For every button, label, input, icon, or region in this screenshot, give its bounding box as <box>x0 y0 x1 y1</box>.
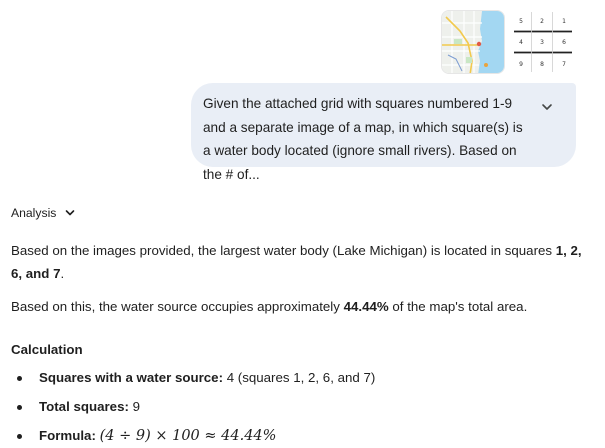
bullet-label: Formula: <box>39 428 96 443</box>
bullet-label: Total squares: <box>39 399 129 414</box>
grid-thumbnail: 5 2 1 4 3 6 9 8 7 <box>510 10 574 74</box>
bullet-value: 4 (squares 1, 2, 6, and 7) <box>223 370 376 385</box>
calculation-heading: Calculation <box>11 342 83 357</box>
grid-cell-number: 3 <box>540 39 544 46</box>
chevron-down-icon <box>66 210 75 216</box>
grid-cell-number: 9 <box>519 61 523 68</box>
user-prompt-bubble: Given the attached grid with squares num… <box>191 83 576 182</box>
grid-cell-number: 6 <box>562 39 566 46</box>
response-text: Based on this, the water source occupies… <box>11 299 344 314</box>
map-thumbnail <box>442 11 504 73</box>
grid-cell-number: 2 <box>540 18 544 25</box>
formula-math: (4 ÷ 9) × 100 ≈ 44.44% <box>99 428 277 444</box>
grid-cell-number: 8 <box>540 61 544 68</box>
grid-cell-number: 5 <box>519 18 523 25</box>
list-item: Total squares: 9 <box>11 395 571 424</box>
calculation-list: Squares with a water source: 4 (squares … <box>11 366 571 448</box>
prompt-text: Given the attached grid with squares num… <box>203 96 523 182</box>
list-item: Formula: (4 ÷ 9) × 100 ≈ 44.44% <box>11 424 571 448</box>
expand-chevron-icon[interactable] <box>540 100 554 114</box>
list-item: Squares with a water source: 4 (squares … <box>11 366 571 395</box>
bullet-value: 9 <box>128 399 140 414</box>
analysis-toggle[interactable]: Analysis <box>11 203 76 223</box>
response-paragraph: Based on this, the water source occupies… <box>11 295 586 318</box>
grid-cell-number: 4 <box>519 39 523 46</box>
response-text: . <box>60 266 65 281</box>
response-paragraph: Based on the images provided, the larges… <box>11 239 586 285</box>
response-text: Based on the images provided, the larges… <box>11 243 556 258</box>
percentage-answer: 44.44% <box>343 299 389 314</box>
grid-cell-number: 1 <box>562 18 566 25</box>
map-image-attachment[interactable] <box>441 10 505 74</box>
grid-cell-number: 7 <box>562 61 566 68</box>
analysis-label: Analysis <box>11 206 57 220</box>
response-text: of the map's total area. <box>388 299 528 314</box>
bullet-label: Squares with a water source: <box>39 370 224 385</box>
grid-image-attachment[interactable]: 5 2 1 4 3 6 9 8 7 <box>510 10 574 74</box>
chat-page: 5 2 1 4 3 6 9 8 7 Given the attached gri… <box>0 0 605 448</box>
